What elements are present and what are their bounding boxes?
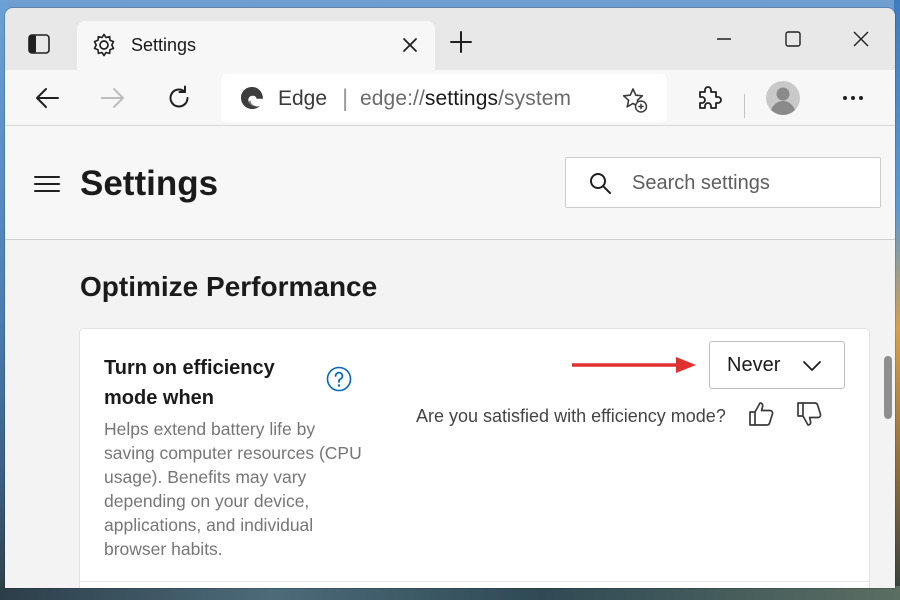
forward-arrow-icon — [101, 88, 124, 108]
browser-window: Settings Edge | edge://settings/system S… — [5, 8, 895, 588]
maximize-icon — [785, 31, 801, 47]
back-button[interactable] — [29, 80, 65, 116]
chevron-down-icon — [803, 361, 821, 371]
refresh-icon — [169, 85, 189, 108]
search-input[interactable] — [632, 166, 862, 200]
help-circle-icon[interactable] — [326, 366, 352, 392]
favorite-star-add-icon[interactable] — [621, 86, 649, 114]
efficiency-mode-description: Helps extend battery life by saving comp… — [104, 419, 362, 559]
dropdown-selected-value: Never — [727, 354, 781, 376]
navigation-toolbar: Edge | edge://settings/system — [5, 70, 895, 126]
efficiency-mode-dropdown[interactable]: Never — [709, 341, 845, 389]
hamburger-menu-icon[interactable] — [33, 174, 61, 194]
extensions-puzzle-icon — [699, 86, 722, 109]
feedback-prompt: Are you satisfied with efficiency mode? — [416, 406, 726, 426]
refresh-button[interactable] — [161, 80, 197, 116]
search-settings-box[interactable] — [565, 157, 881, 208]
profile-avatar-icon — [766, 81, 800, 115]
tab-title: Settings — [131, 35, 197, 55]
back-arrow-icon — [36, 88, 59, 108]
more-options-button[interactable] — [835, 80, 871, 116]
page-title: Settings — [80, 164, 219, 203]
sidebar-toggle-icon — [28, 34, 50, 54]
extensions-button[interactable] — [691, 80, 727, 116]
address-separator: | — [342, 85, 349, 112]
card-divider — [80, 581, 869, 582]
settings-header: Settings — [5, 126, 895, 240]
address-bar[interactable]: Edge | edge://settings/system — [221, 74, 667, 122]
site-name: Edge — [278, 87, 328, 110]
url-path: /system — [498, 87, 572, 110]
efficiency-mode-title: Turn on efficiency mode when — [104, 357, 275, 409]
desktop-wallpaper-bottom — [0, 586, 900, 600]
window-close-icon — [853, 31, 869, 47]
toolbar-divider — [744, 94, 745, 118]
url-text: edge://settings/system — [360, 87, 571, 111]
search-icon — [590, 173, 611, 194]
scrollbar-thumb[interactable] — [884, 356, 892, 419]
window-close-button[interactable] — [846, 24, 876, 54]
settings-content: Optimize Performance Turn on efficiency … — [5, 241, 895, 588]
red-arrow-icon — [572, 357, 696, 373]
plus-icon[interactable] — [447, 28, 475, 56]
url-host: settings — [424, 87, 499, 110]
minimize-icon — [717, 38, 731, 40]
more-dots-icon — [843, 96, 863, 100]
tab-strip: Settings — [5, 8, 895, 70]
edge-logo-icon — [241, 87, 263, 109]
thumbs-up-icon[interactable] — [746, 399, 776, 429]
url-prefix: edge:// — [360, 87, 425, 110]
forward-button[interactable] — [95, 80, 131, 116]
section-title: Optimize Performance — [80, 271, 378, 302]
tab-actions-button[interactable] — [19, 24, 59, 64]
thumbs-down-icon[interactable] — [794, 399, 824, 429]
maximize-button[interactable] — [778, 24, 808, 54]
gear-icon — [93, 33, 115, 57]
close-icon[interactable] — [399, 34, 421, 56]
tab-settings[interactable]: Settings — [77, 21, 435, 70]
minimize-button[interactable] — [709, 24, 739, 54]
profile-button[interactable] — [765, 80, 801, 116]
efficiency-mode-card: Turn on efficiency mode when Helps exten… — [80, 329, 869, 588]
